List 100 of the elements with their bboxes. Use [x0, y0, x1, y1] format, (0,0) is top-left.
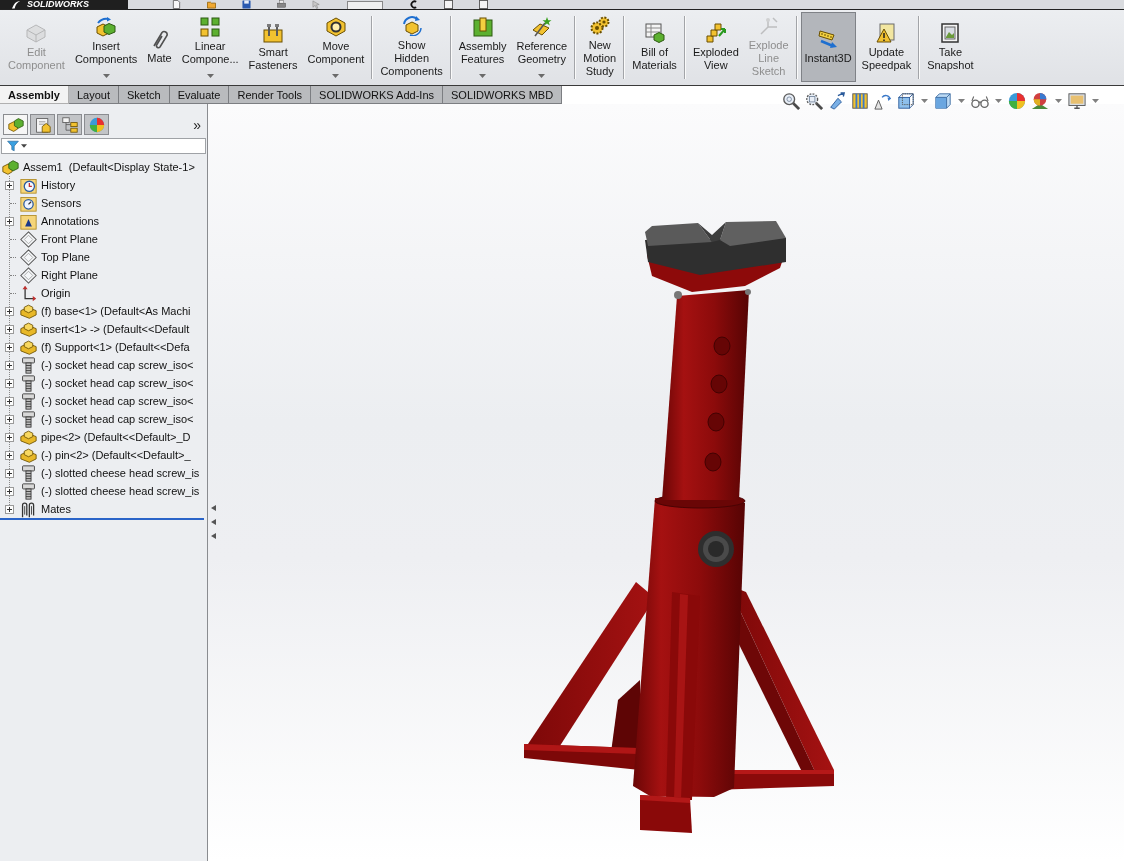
tree-item-label[interactable]: (-) pin<2> (Default<<Default>_	[41, 449, 191, 461]
plus-box-icon[interactable]	[5, 360, 14, 370]
caret-icon[interactable]	[206, 73, 214, 78]
command-button[interactable]: Mate	[143, 12, 176, 82]
blocks-arrow-icon	[96, 16, 117, 37]
panel-tab[interactable]	[57, 114, 82, 135]
tree-item-label[interactable]: (-) socket head cap screw_iso<	[41, 395, 194, 407]
plus-box-icon[interactable]	[5, 414, 14, 424]
tree-item-label[interactable]: Sensors	[41, 197, 82, 209]
caret-icon[interactable]	[538, 73, 546, 78]
cube-frame-icon[interactable]	[897, 92, 915, 110]
tab[interactable]: Sketch	[119, 86, 170, 104]
fastener-box-icon	[263, 22, 284, 43]
tree-item-label[interactable]: Assem1 (Default<Display State-1>	[23, 161, 195, 173]
command-button[interactable]: Bill of Materials	[628, 12, 681, 82]
plus-box-icon[interactable]	[5, 216, 14, 226]
collapse-arrows-icon[interactable]	[210, 505, 216, 539]
arc-icon[interactable]	[409, 0, 418, 9]
bolt-icon	[20, 410, 37, 428]
tab[interactable]: Assembly	[0, 86, 69, 104]
plus-box-icon[interactable]	[5, 306, 14, 316]
zoom-to-fit-icon[interactable]	[782, 92, 800, 110]
zoom-area-icon[interactable]	[805, 92, 823, 110]
bolt-icon	[20, 356, 37, 374]
exploded-blocks-icon	[705, 22, 726, 43]
caret-icon[interactable]	[21, 144, 27, 148]
command-button[interactable]: Instant3D	[800, 12, 856, 82]
plus-box-icon[interactable]	[5, 468, 14, 478]
plane-icon	[20, 230, 37, 248]
tree-item-label[interactable]: Top Plane	[41, 251, 90, 263]
color-sphere-icon[interactable]	[1008, 92, 1026, 110]
tree-item-label[interactable]: insert<1> -> (Default<<Default	[41, 323, 190, 335]
tree-item-label[interactable]: (-) slotted cheese head screw_is	[41, 467, 200, 479]
caret-icon[interactable]	[332, 73, 340, 78]
tab[interactable]: SOLIDWORKS MBD	[443, 86, 563, 104]
dropdown-field[interactable]	[347, 0, 383, 9]
plus-box-icon[interactable]	[5, 504, 14, 514]
expand-panel-button[interactable]: »	[191, 117, 203, 132]
tab[interactable]: Render Tools	[229, 86, 312, 104]
plus-box-icon[interactable]	[5, 378, 14, 388]
tab[interactable]: Layout	[69, 86, 119, 104]
tree-item-label[interactable]: Annotations	[41, 215, 100, 227]
part-icon	[20, 338, 37, 356]
command-button[interactable]: Linear Compone...	[177, 12, 243, 82]
panel-tab[interactable]	[84, 114, 109, 135]
tree-item-label[interactable]: (f) base<1> (Default<As Machi	[41, 305, 191, 317]
tree-item-label[interactable]: Right Plane	[41, 269, 98, 281]
tree-item-label[interactable]: (-) slotted cheese head screw_is	[41, 485, 200, 497]
cube-icon[interactable]	[934, 92, 952, 110]
tree-item-label[interactable]: (-) socket head cap screw_iso<	[41, 359, 194, 371]
sphere-scene-icon[interactable]	[1031, 92, 1049, 110]
printer-icon[interactable]	[277, 0, 286, 9]
tree-item-label[interactable]: (f) Support<1> (Default<<Defa	[41, 341, 190, 353]
previous-view-icon[interactable]	[828, 92, 846, 110]
plus-box-icon[interactable]	[5, 486, 14, 496]
command-button[interactable]: Reference Geometry	[512, 12, 572, 82]
command-button[interactable]: Exploded View	[688, 12, 743, 82]
tree-item-label[interactable]: Front Plane	[41, 233, 98, 245]
plus-box-icon[interactable]	[5, 396, 14, 406]
command-button[interactable]: Take Snapshot	[923, 12, 978, 82]
panel-tab[interactable]	[30, 114, 55, 135]
tree-item-label[interactable]: pipe<2> (Default<<Default>_D	[41, 431, 191, 443]
line-sketch-icon	[758, 16, 779, 36]
filter-field[interactable]	[1, 138, 206, 154]
rotate-arrow-icon[interactable]	[874, 92, 892, 110]
part-icon	[20, 446, 37, 464]
part-icon	[20, 428, 37, 446]
window-icon[interactable]	[479, 0, 488, 9]
section-view-icon[interactable]	[851, 92, 869, 110]
tab[interactable]: SOLIDWORKS Add-Ins	[311, 86, 444, 104]
plus-box-icon[interactable]	[5, 432, 14, 442]
tab[interactable]: Evaluate	[169, 86, 230, 104]
command-button[interactable]: New Motion Study	[579, 12, 621, 82]
nut-icon	[325, 16, 346, 37]
command-button[interactable]: Move Component	[303, 12, 369, 82]
assembly-icon	[2, 158, 19, 176]
monitor-icon[interactable]	[1068, 92, 1086, 110]
plus-box-icon[interactable]	[5, 450, 14, 460]
command-button[interactable]: Smart Fasteners	[244, 12, 302, 82]
plus-box-icon[interactable]	[5, 324, 14, 334]
command-button[interactable]: Assembly Features	[454, 12, 511, 82]
command-button[interactable]: Insert Components	[70, 12, 142, 82]
paperclips-icon	[20, 500, 37, 518]
ruler-arrow-icon	[818, 29, 839, 49]
clock-folder-icon	[20, 176, 37, 194]
tree-item-label[interactable]: (-) socket head cap screw_iso<	[41, 413, 194, 425]
tree-item-label[interactable]: Mates	[41, 503, 71, 515]
property-sheet-icon	[33, 116, 52, 133]
tree-item-label[interactable]: History	[41, 179, 76, 191]
tree-item-label[interactable]: (-) socket head cap screw_iso<	[41, 377, 194, 389]
command-button[interactable]: Update Speedpak	[857, 12, 916, 82]
command-button[interactable]: Show Hidden Components	[376, 12, 447, 82]
gears-icon	[589, 16, 610, 36]
caret-icon[interactable]	[102, 73, 110, 78]
panel-tab[interactable]	[3, 114, 28, 135]
tree-item-label[interactable]: Origin	[41, 287, 71, 299]
plus-box-icon[interactable]	[5, 342, 14, 352]
plus-box-icon[interactable]	[5, 180, 14, 190]
caret-icon[interactable]	[479, 73, 487, 78]
window-icon[interactable]	[444, 0, 453, 9]
